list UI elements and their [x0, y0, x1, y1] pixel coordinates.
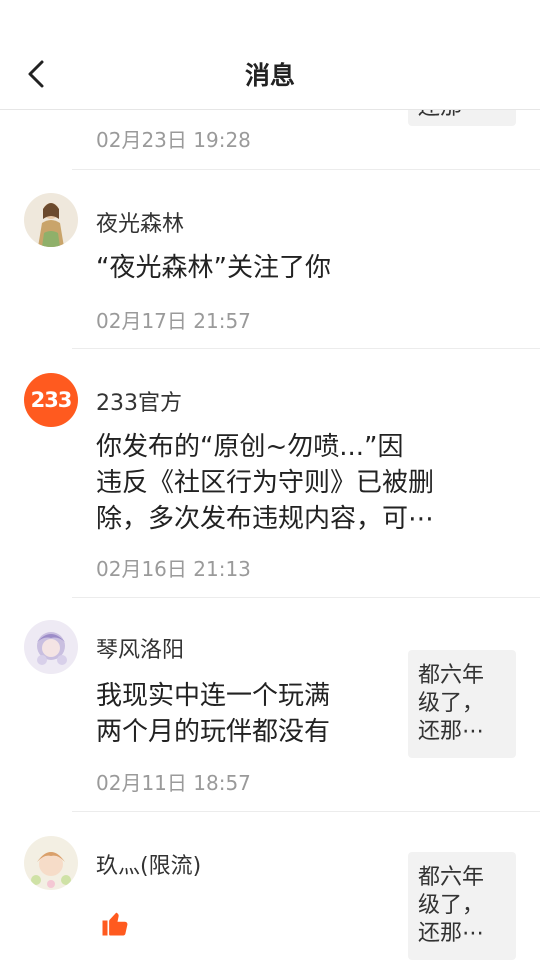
list-item[interactable]: 玖灬(限流) 都六年 级了， 还那⋯: [0, 812, 540, 960]
timestamp: 02月11日 18:57: [96, 771, 251, 795]
page-title: 消息: [244, 61, 295, 90]
message-text: 你发布的“原创~勿喷...”因 违反《社区行为守则》已被删 除，多次发布违规内容…: [96, 429, 496, 537]
message-line: 我现实中连一个玩满: [96, 681, 331, 711]
message-line: 除，多次发布违规内容，可⋯: [96, 504, 435, 534]
quote-line: 还那⋯: [418, 921, 485, 946]
timestamp: 02月23日 19:28: [96, 128, 251, 152]
username[interactable]: 玖灬(限流): [96, 848, 201, 880]
list-item[interactable]: 琴风洛阳 我现实中连一个玩满 两个月的玩伴都没有 02月11日 18:57 都六…: [0, 598, 540, 811]
quote-preview[interactable]: 都六年 级了， 还那⋯: [408, 650, 516, 758]
quote-line: 都六年: [418, 865, 485, 890]
avatar[interactable]: [24, 620, 78, 674]
avatar[interactable]: [24, 836, 78, 890]
quote-line: 级了，: [418, 691, 485, 716]
message-line: 两个月的玩伴都没有: [96, 717, 331, 747]
message-text: “夜光森林”关注了你: [96, 253, 331, 283]
logo-text: 233: [30, 388, 73, 412]
message-list: 还那 02月23日 19:28 夜光森林 “夜光森林”关注了你 02月17日 2…: [0, 0, 540, 960]
top-bar: 消息: [0, 0, 540, 110]
quote-line: 还那⋯: [418, 719, 485, 744]
timestamp: 02月17日 21:57: [96, 309, 251, 333]
quote-preview[interactable]: 都六年 级了， 还那⋯: [408, 852, 516, 960]
timestamp: 02月16日 21:13: [96, 557, 251, 581]
quote-line: 级了，: [418, 893, 485, 918]
username[interactable]: 233官方: [96, 385, 182, 417]
avatar-233-logo[interactable]: 233: [24, 373, 78, 427]
username[interactable]: 夜光森林: [96, 206, 184, 238]
quote-line: 都六年: [418, 663, 485, 688]
message-line: 你发布的“原创~勿喷...”因: [96, 432, 404, 462]
username[interactable]: 琴风洛阳: [96, 632, 184, 664]
message-line: 违反《社区行为守则》已被删: [96, 468, 435, 498]
avatar[interactable]: [24, 193, 78, 247]
list-item[interactable]: 233 233官方 你发布的“原创~勿喷...”因 违反《社区行为守则》已被删 …: [0, 349, 540, 597]
thumbs-up-icon: [100, 908, 132, 940]
list-item[interactable]: 夜光森林 “夜光森林”关注了你 02月17日 21:57: [0, 170, 540, 348]
message-text: 我现实中连一个玩满 两个月的玩伴都没有: [96, 678, 396, 750]
